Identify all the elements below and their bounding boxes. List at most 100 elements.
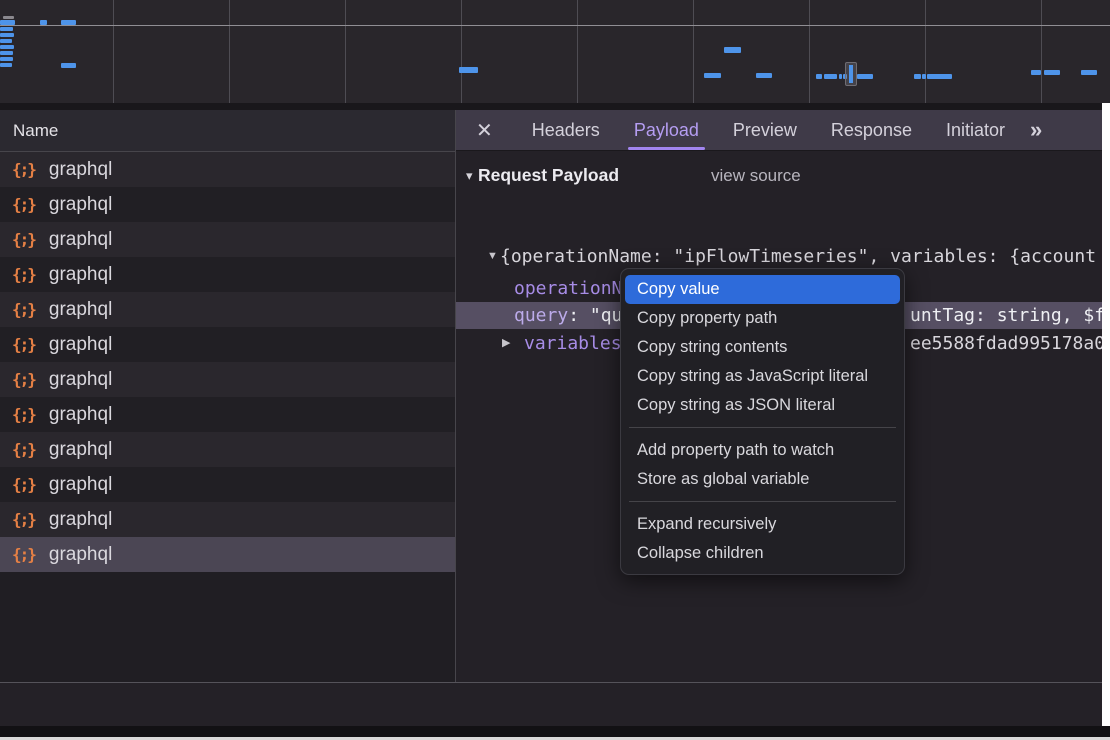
request-timeline-bar bbox=[816, 74, 822, 79]
menu-item-store-as-global-variable[interactable]: Store as global variable bbox=[625, 465, 900, 494]
close-icon[interactable]: ✕ bbox=[476, 118, 493, 143]
timeline-gridline bbox=[809, 0, 810, 103]
property-key: query bbox=[514, 305, 568, 326]
json-braces-icon: {;} bbox=[12, 335, 35, 354]
request-timeline-bar bbox=[724, 47, 741, 53]
menu-item-copy-string-contents[interactable]: Copy string contents bbox=[625, 333, 900, 362]
tab-initiator[interactable]: Initiator bbox=[929, 110, 1022, 150]
request-timeline-bar bbox=[704, 73, 721, 78]
request-row[interactable]: {;} graphql bbox=[0, 292, 455, 327]
json-braces-icon: {;} bbox=[12, 160, 35, 179]
json-braces-icon: {;} bbox=[12, 370, 35, 389]
request-name: graphql bbox=[49, 544, 112, 566]
request-timeline-bar bbox=[0, 39, 12, 43]
request-row[interactable]: {;} graphql bbox=[0, 222, 455, 257]
request-row-selected[interactable]: {;} graphql bbox=[0, 537, 455, 572]
request-timeline-bar bbox=[0, 63, 12, 67]
request-timeline-bar bbox=[1031, 70, 1041, 75]
request-row[interactable]: {;} graphql bbox=[0, 187, 455, 222]
request-timeline-bar bbox=[857, 74, 873, 79]
request-row[interactable]: {;} graphql bbox=[0, 362, 455, 397]
timeline-gridline bbox=[461, 0, 462, 103]
detail-tab-bar: ✕ HeadersPayloadPreviewResponseInitiator… bbox=[456, 110, 1102, 151]
expanded-triangle-icon[interactable]: ▼ bbox=[487, 243, 498, 270]
menu-item-collapse-children[interactable]: Collapse children bbox=[625, 539, 900, 568]
menu-item-expand-recursively[interactable]: Expand recursively bbox=[625, 510, 900, 539]
tab-payload[interactable]: Payload bbox=[617, 110, 716, 150]
request-timeline-bar bbox=[1081, 70, 1097, 75]
request-name: graphql bbox=[49, 369, 112, 391]
json-braces-icon: {;} bbox=[12, 230, 35, 249]
collapse-triangle-icon[interactable]: ▾ bbox=[466, 168, 473, 184]
request-timeline-bar bbox=[459, 67, 478, 73]
timeline-gridline bbox=[345, 0, 346, 103]
menu-item-copy-value[interactable]: Copy value bbox=[625, 275, 900, 304]
request-timeline-bar bbox=[839, 74, 842, 79]
request-name: graphql bbox=[49, 194, 112, 216]
json-braces-icon: {;} bbox=[12, 545, 35, 564]
collapsed-triangle-icon[interactable]: ▶ bbox=[502, 330, 510, 357]
request-name: graphql bbox=[49, 159, 112, 181]
property-value-right-fragment: untTag: string, $f bbox=[910, 302, 1102, 329]
json-braces-icon: {;} bbox=[12, 195, 35, 214]
menu-item-copy-string-as-json-literal[interactable]: Copy string as JSON literal bbox=[625, 391, 900, 420]
request-row[interactable]: {;} graphql bbox=[0, 327, 455, 362]
tab-preview[interactable]: Preview bbox=[716, 110, 814, 150]
request-timeline-bar bbox=[927, 74, 952, 79]
tab-headers[interactable]: Headers bbox=[515, 110, 617, 150]
request-name: graphql bbox=[49, 299, 112, 321]
footer-area bbox=[0, 683, 1102, 726]
request-timeline-bar bbox=[61, 20, 76, 25]
request-timeline-bar bbox=[914, 74, 921, 79]
json-braces-icon: {;} bbox=[12, 440, 35, 459]
payload-root-row[interactable]: ▼ {operationName: "ipFlowTimeseries", va… bbox=[456, 243, 1102, 270]
request-timeline-bar bbox=[0, 20, 15, 25]
menu-item-copy-property-path[interactable]: Copy property path bbox=[625, 304, 900, 333]
name-column-header[interactable]: Name bbox=[0, 110, 455, 152]
timeline-gridline bbox=[229, 0, 230, 103]
json-braces-icon: {;} bbox=[12, 405, 35, 424]
timeline-divider-line bbox=[0, 25, 1110, 26]
view-source-link[interactable]: view source bbox=[711, 166, 801, 186]
request-row[interactable]: {;} graphql bbox=[0, 152, 455, 187]
request-timeline-bar bbox=[1044, 70, 1060, 75]
menu-separator bbox=[629, 427, 896, 428]
request-timeline-bar bbox=[0, 51, 13, 55]
selected-request-marker-bar bbox=[849, 65, 853, 83]
context-menu: Copy valueCopy property pathCopy string … bbox=[620, 268, 905, 575]
json-braces-icon: {;} bbox=[12, 265, 35, 284]
selected-request-marker bbox=[845, 62, 857, 86]
tab-response[interactable]: Response bbox=[814, 110, 929, 150]
request-timeline-bar bbox=[0, 45, 14, 49]
request-list-rows: {;} graphql {;} graphql {;} graphql {;} graphql… bbox=[0, 152, 455, 572]
request-name: graphql bbox=[49, 229, 112, 251]
right-page-edge bbox=[1102, 103, 1110, 726]
request-row[interactable]: {;} graphql bbox=[0, 397, 455, 432]
timeline-gridline bbox=[1041, 0, 1042, 103]
menu-item-add-property-path-to-watch[interactable]: Add property path to watch bbox=[625, 436, 900, 465]
more-tabs-icon[interactable]: » bbox=[1030, 117, 1040, 143]
request-name: graphql bbox=[49, 509, 112, 531]
request-row[interactable]: {;} graphql bbox=[0, 257, 455, 292]
request-name: graphql bbox=[49, 404, 112, 426]
timeline-gridline bbox=[113, 0, 114, 103]
request-timeline-bar bbox=[40, 20, 47, 25]
timeline-gridline bbox=[577, 0, 578, 103]
request-row[interactable]: {;}graphql bbox=[0, 467, 455, 502]
request-timeline-bar bbox=[756, 73, 772, 78]
root-object-preview: {operationName: "ipFlowTimeseries", vari… bbox=[500, 243, 1096, 270]
request-name: graphql bbox=[49, 264, 112, 286]
request-row[interactable]: {;}graphql bbox=[0, 502, 455, 537]
network-overview-timeline[interactable] bbox=[0, 0, 1110, 103]
overview-bottom-strip bbox=[0, 103, 1110, 110]
request-timeline-bar bbox=[61, 63, 76, 68]
menu-item-copy-string-as-javascript-literal[interactable]: Copy string as JavaScript literal bbox=[625, 362, 900, 391]
request-name: graphql bbox=[49, 334, 112, 356]
request-name: graphql bbox=[49, 474, 112, 496]
request-row[interactable]: {;}graphql bbox=[0, 432, 455, 467]
json-braces-icon: {;} bbox=[12, 300, 35, 319]
property-value-right-fragment: ee5588fdad995178a0 bbox=[910, 330, 1102, 357]
property-value-left-fragment: "qu bbox=[590, 305, 623, 326]
request-list-panel: Name {;}graphql{;}graphql{;}graphql{;}gr… bbox=[0, 110, 455, 682]
request-timeline-bar bbox=[0, 33, 14, 37]
